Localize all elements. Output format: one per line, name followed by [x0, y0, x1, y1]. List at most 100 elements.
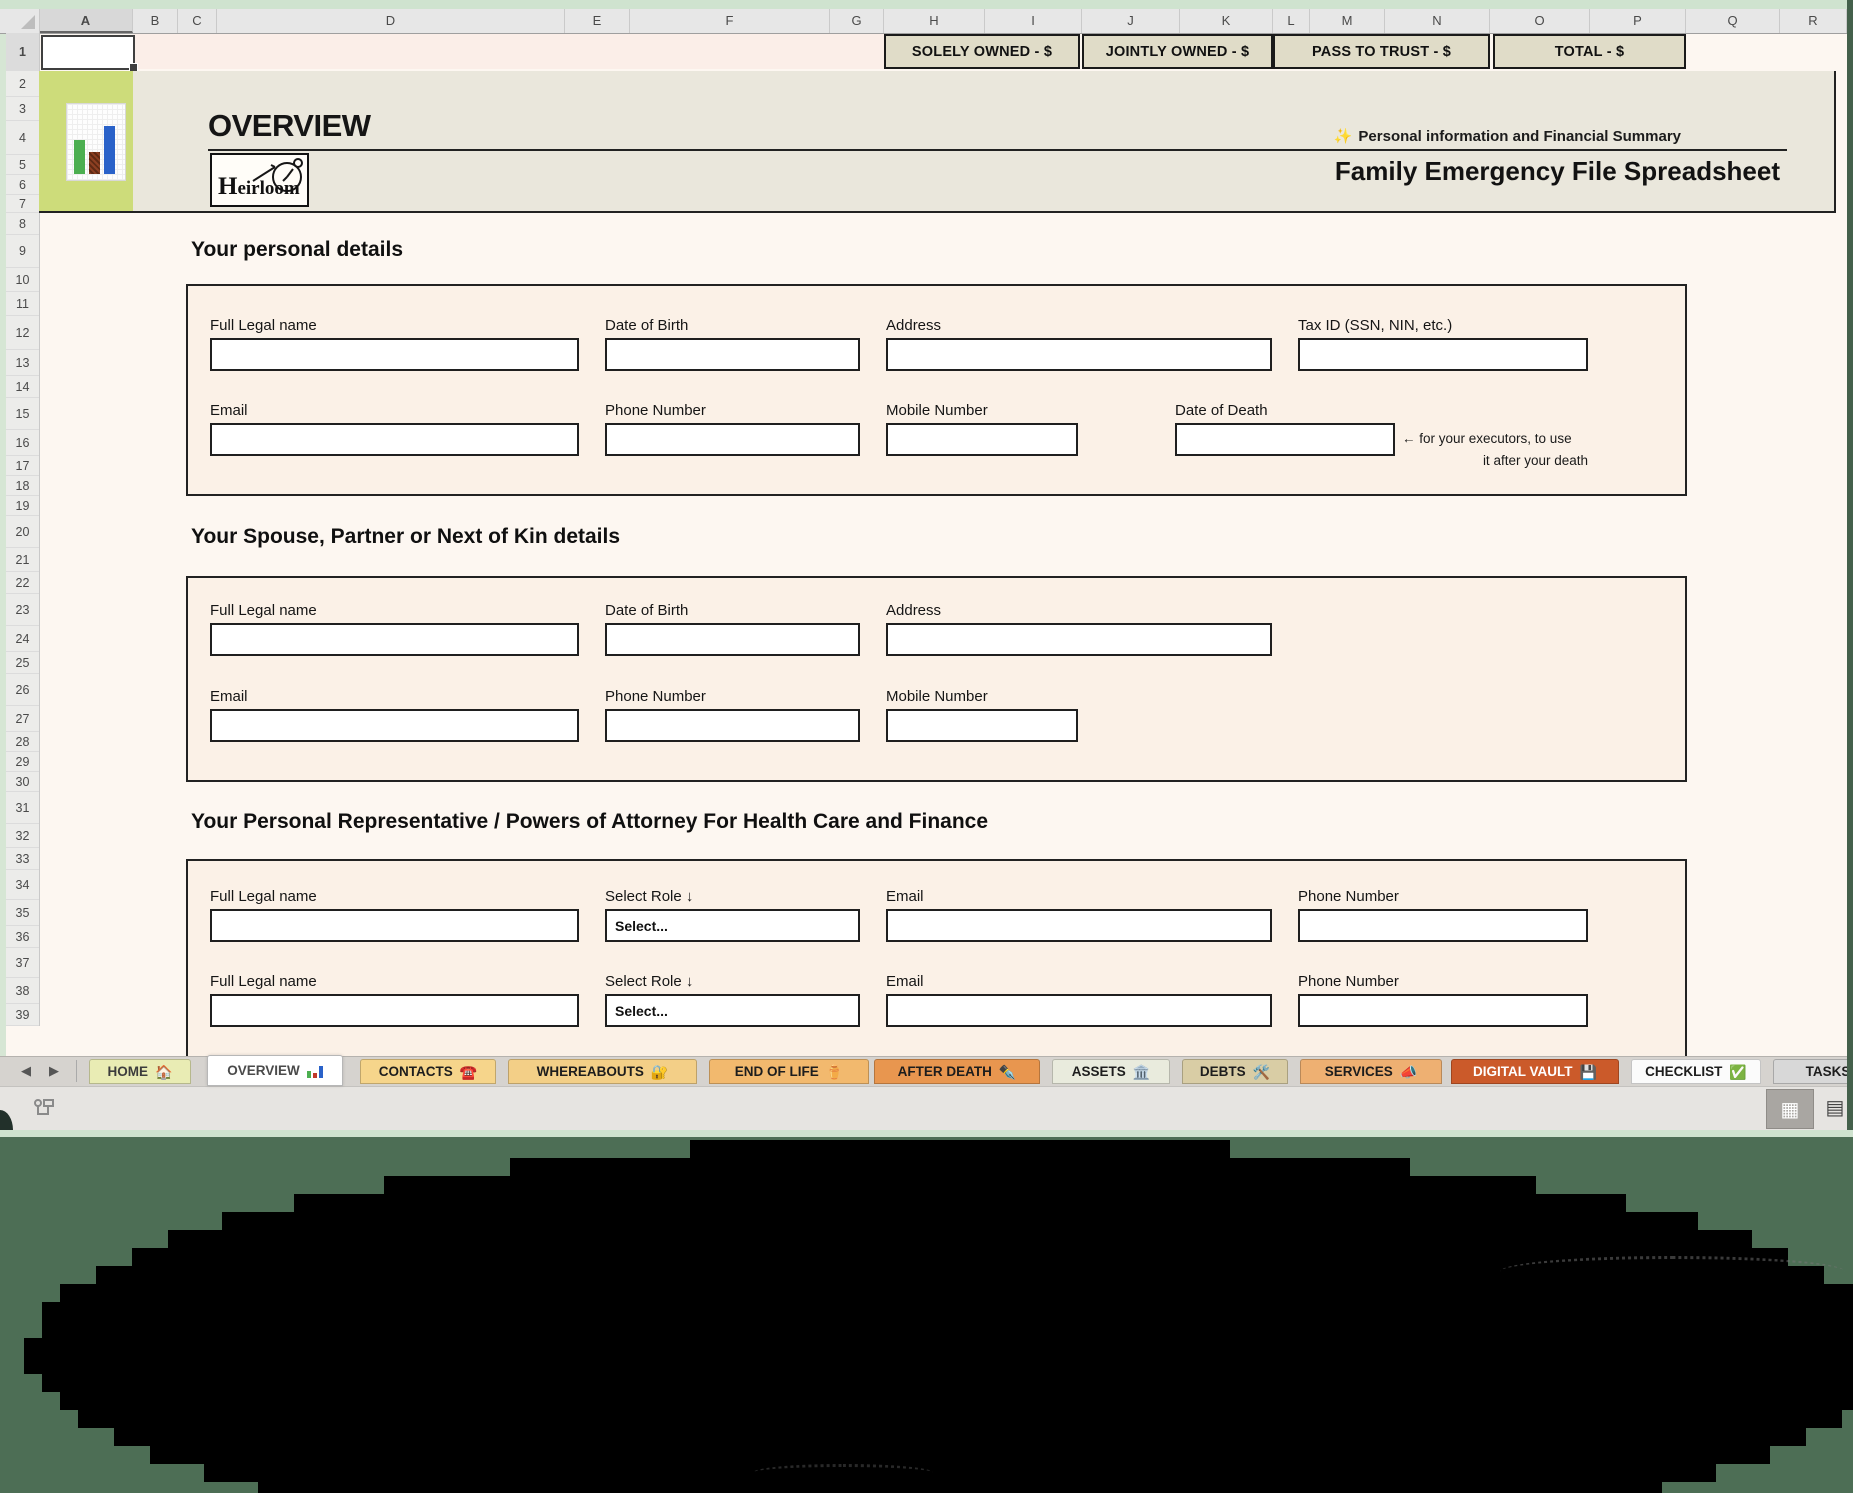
row-number-6[interactable]: 6 [6, 175, 39, 195]
row-number-4[interactable]: 4 [6, 121, 39, 155]
text-input-box[interactable] [886, 994, 1272, 1027]
text-input-box[interactable] [886, 423, 1078, 456]
select-all-corner[interactable] [6, 9, 40, 33]
text-input-box[interactable] [210, 338, 579, 371]
row-number-11[interactable]: 11 [6, 292, 39, 316]
column-header-f[interactable]: F [630, 9, 830, 33]
row-number-23[interactable]: 23 [6, 594, 39, 626]
row-number-31[interactable]: 31 [6, 792, 39, 824]
tab-home[interactable]: HOME🏠 [89, 1059, 191, 1084]
row-number-24[interactable]: 24 [6, 626, 39, 652]
column-header-p[interactable]: P [1590, 9, 1686, 33]
column-header-r[interactable]: R [1780, 9, 1847, 33]
macro-indicator-icon[interactable] [32, 1097, 56, 1123]
text-input-box[interactable] [886, 709, 1078, 742]
column-header-c[interactable]: C [178, 9, 217, 33]
text-input-box[interactable] [605, 423, 860, 456]
row-number-34[interactable]: 34 [6, 870, 39, 900]
column-header-b[interactable]: B [133, 9, 178, 33]
column-header-n[interactable]: N [1385, 9, 1490, 33]
text-input-box[interactable] [1175, 423, 1395, 456]
row-number-7[interactable]: 7 [6, 195, 39, 213]
text-input-box[interactable] [210, 423, 579, 456]
row-number-32[interactable]: 32 [6, 824, 39, 848]
text-input-box[interactable] [1298, 994, 1588, 1027]
financial-header-cell-1[interactable]: SOLELY OWNED - $ [884, 34, 1080, 69]
row-number-25[interactable]: 25 [6, 652, 39, 674]
column-header-m[interactable]: M [1310, 9, 1385, 33]
tab-debts[interactable]: DEBTS🛠️ [1182, 1059, 1288, 1084]
text-input-box[interactable] [210, 994, 579, 1027]
tab-services[interactable]: SERVICES📣 [1300, 1059, 1442, 1084]
row-number-35[interactable]: 35 [6, 900, 39, 926]
text-input-box[interactable] [210, 909, 579, 942]
column-header-l[interactable]: L [1273, 9, 1310, 33]
row-number-20[interactable]: 20 [6, 516, 39, 548]
text-input-box[interactable] [210, 623, 579, 656]
row-number-19[interactable]: 19 [6, 496, 39, 516]
tab-whereabouts[interactable]: WHEREABOUTS🔐 [508, 1059, 697, 1084]
column-header-j[interactable]: J [1082, 9, 1180, 33]
tab-checklist[interactable]: CHECKLIST✅ [1631, 1059, 1761, 1084]
row-number-3[interactable]: 3 [6, 97, 39, 121]
financial-header-cell-2[interactable]: JOINTLY OWNED - $ [1082, 34, 1273, 69]
financial-header-cell-3[interactable]: PASS TO TRUST - $ [1273, 34, 1490, 69]
column-header-i[interactable]: I [985, 9, 1082, 33]
row-number-26[interactable]: 26 [6, 674, 39, 706]
column-header-q[interactable]: Q [1686, 9, 1780, 33]
row-number-37[interactable]: 37 [6, 948, 39, 978]
row-number-28[interactable]: 28 [6, 732, 39, 752]
row-number-2[interactable]: 2 [6, 71, 39, 97]
row-number-16[interactable]: 16 [6, 430, 39, 456]
tab-scroll-left-icon[interactable]: ◀ [14, 1058, 38, 1084]
column-header-d[interactable]: D [217, 9, 565, 33]
column-header-a[interactable]: A [39, 9, 133, 33]
tab-after-death[interactable]: AFTER DEATH✒️ [874, 1059, 1040, 1084]
row-number-12[interactable]: 12 [6, 316, 39, 350]
tab-assets[interactable]: ASSETS🏛️ [1052, 1059, 1170, 1084]
column-header-o[interactable]: O [1490, 9, 1590, 33]
tab-tasks[interactable]: TASKS [1773, 1059, 1853, 1084]
text-input-box[interactable] [210, 709, 579, 742]
row-number-27[interactable]: 27 [6, 706, 39, 732]
tab-scroll-right-icon[interactable]: ▶ [42, 1058, 66, 1084]
tab-contacts[interactable]: CONTACTS☎️ [360, 1059, 496, 1084]
selected-cell-a1[interactable] [41, 35, 135, 70]
role-select[interactable]: Select... [605, 909, 860, 942]
row-number-21[interactable]: 21 [6, 548, 39, 572]
tab-digital-vault[interactable]: DIGITAL VAULT💾 [1451, 1059, 1619, 1084]
column-header-e[interactable]: E [565, 9, 630, 33]
row-number-9[interactable]: 9 [6, 235, 39, 268]
row-number-10[interactable]: 10 [6, 268, 39, 292]
grid-view-button[interactable]: ▦ [1766, 1089, 1814, 1129]
row-number-5[interactable]: 5 [6, 155, 39, 175]
row-number-13[interactable]: 13 [6, 350, 39, 376]
row-number-29[interactable]: 29 [6, 752, 39, 772]
text-input-box[interactable] [886, 909, 1272, 942]
text-input-box[interactable] [886, 338, 1272, 371]
text-input-box[interactable] [1298, 338, 1588, 371]
text-input-box[interactable] [605, 338, 860, 371]
row-number-22[interactable]: 22 [6, 572, 39, 594]
text-input-box[interactable] [605, 623, 860, 656]
row-number-8[interactable]: 8 [6, 213, 39, 235]
column-header-g[interactable]: G [830, 9, 884, 33]
tab-end-of-life[interactable]: END OF LIFE⚱️ [709, 1059, 869, 1084]
column-header-h[interactable]: H [884, 9, 985, 33]
row-number-18[interactable]: 18 [6, 476, 39, 496]
row-number-30[interactable]: 30 [6, 772, 39, 792]
row-number-33[interactable]: 33 [6, 848, 39, 870]
tab-overview[interactable]: OVERVIEW [207, 1055, 343, 1086]
row-number-17[interactable]: 17 [6, 456, 39, 476]
row-number-15[interactable]: 15 [6, 398, 39, 430]
column-header-k[interactable]: K [1180, 9, 1273, 33]
row-number-38[interactable]: 38 [6, 978, 39, 1004]
text-input-box[interactable] [605, 709, 860, 742]
role-select[interactable]: Select... [605, 994, 860, 1027]
row-number-36[interactable]: 36 [6, 926, 39, 948]
page-layout-view-button[interactable]: ▤ [1822, 1092, 1848, 1123]
text-input-box[interactable] [1298, 909, 1588, 942]
row-number-14[interactable]: 14 [6, 376, 39, 398]
financial-header-cell-4[interactable]: TOTAL - $ [1493, 34, 1686, 69]
row-number-39[interactable]: 39 [6, 1004, 39, 1026]
